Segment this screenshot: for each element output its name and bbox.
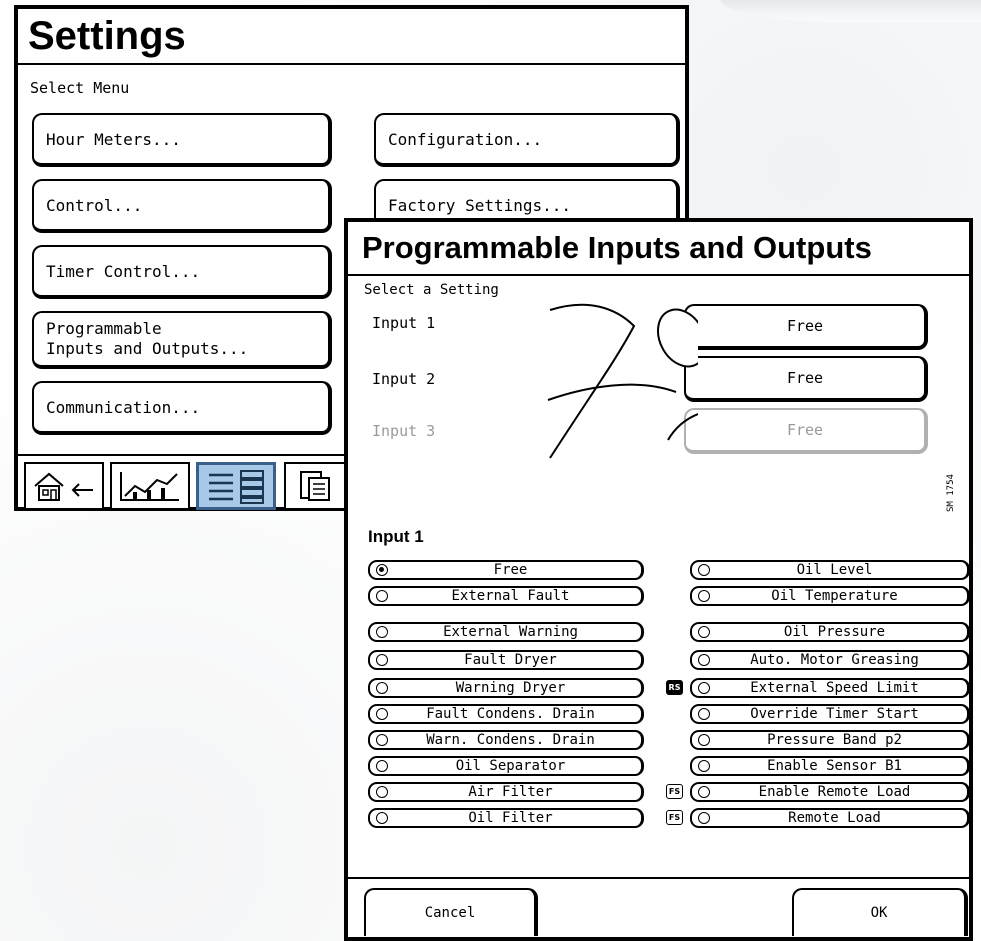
settings-subtitle: Select Menu (30, 79, 130, 97)
radio-icon (698, 760, 710, 772)
radio-icon (698, 564, 710, 576)
option-label: Warning Dryer (455, 680, 566, 696)
programmable-io-button[interactable]: Programmable Inputs and Outputs... (32, 311, 332, 369)
option-label: Warn. Condens. Drain (426, 732, 595, 748)
option-auto-motor-greasing[interactable]: Auto. Motor Greasing (690, 650, 970, 670)
option-label: Override Timer Start (750, 706, 919, 722)
input-1-label: Input 1 (372, 314, 436, 332)
option-label: Oil Temperature (771, 588, 898, 604)
option-free[interactable]: Free (368, 560, 644, 580)
communication-button[interactable]: Communication... (32, 381, 332, 435)
option-fault-dryer[interactable]: Fault Dryer (368, 650, 644, 670)
document-icon[interactable] (284, 462, 344, 510)
footer-divider (348, 877, 969, 879)
pio-title: Programmable Inputs and Outputs (348, 222, 969, 276)
option-label: Remote Load (788, 810, 881, 826)
option-warning-dryer[interactable]: Warning Dryer (368, 678, 644, 698)
pio-subtitle: Select a Setting (364, 282, 499, 298)
input-3-value-button: Free (684, 408, 928, 454)
option-label: Enable Sensor B1 (767, 758, 902, 774)
radio-icon (698, 682, 710, 694)
option-air-filter[interactable]: Air Filter (368, 782, 644, 802)
radio-icon (376, 760, 388, 772)
option-pressure-band-p2[interactable]: Pressure Band p2 (690, 730, 970, 750)
fs-tag: FS (666, 810, 683, 825)
option-label: Oil Pressure (783, 624, 886, 640)
option-label: Enable Remote Load (758, 784, 911, 800)
radio-icon (376, 654, 388, 666)
option-enable-sensor-b1[interactable]: Enable Sensor B1 (690, 756, 970, 776)
option-override-timer-start[interactable]: Override Timer Start (690, 704, 970, 724)
radio-icon (376, 786, 388, 798)
option-label: Auto. Motor Greasing (750, 652, 919, 668)
input-1-value-button[interactable]: Free (684, 304, 928, 350)
option-external-fault[interactable]: External Fault (368, 586, 644, 606)
menu-list-icon[interactable] (196, 462, 276, 510)
programmable-io-window: Programmable Inputs and Outputs Select a… (344, 218, 973, 941)
option-label: External Fault (451, 588, 570, 604)
option-remote-load[interactable]: Remote Load (690, 808, 970, 828)
radio-icon (698, 590, 710, 602)
radio-icon (698, 654, 710, 666)
option-label: Air Filter (468, 784, 553, 800)
option-label: External Warning (443, 624, 578, 640)
timer-control-button[interactable]: Timer Control... (32, 245, 332, 299)
radio-icon (376, 682, 388, 694)
input-2-value-button[interactable]: Free (684, 356, 928, 402)
option-oil-filter[interactable]: Oil Filter (368, 808, 644, 828)
input-3-label: Input 3 (372, 422, 436, 440)
radio-icon (698, 734, 710, 746)
option-enable-remote-load[interactable]: Enable Remote Load (690, 782, 970, 802)
radio-selected-icon (376, 564, 388, 576)
ok-button[interactable]: OK (792, 888, 968, 936)
option-label: Pressure Band p2 (767, 732, 902, 748)
option-label: Oil Level (796, 562, 873, 578)
radio-icon (376, 590, 388, 602)
cancel-button[interactable]: Cancel (364, 888, 538, 936)
radio-icon (698, 708, 710, 720)
option-warn-condens-drain[interactable]: Warn. Condens. Drain (368, 730, 644, 750)
radio-icon (698, 626, 710, 638)
option-oil-pressure[interactable]: Oil Pressure (690, 622, 970, 642)
option-label: Free (493, 562, 528, 578)
option-external-speed-limit[interactable]: External Speed Limit (690, 678, 970, 698)
option-label: Fault Dryer (464, 652, 557, 668)
rs-tag: RS (666, 680, 683, 695)
section-label: Input 1 (368, 527, 424, 546)
fs-tag: FS (666, 784, 683, 799)
option-fault-condens-drain[interactable]: Fault Condens. Drain (368, 704, 644, 724)
radio-icon (376, 626, 388, 638)
sm-code: SM 1754 (946, 474, 956, 512)
option-label: Fault Condens. Drain (426, 706, 595, 722)
option-label: External Speed Limit (750, 680, 919, 696)
option-oil-level[interactable]: Oil Level (690, 560, 970, 580)
home-back-icon[interactable] (24, 462, 104, 510)
control-button[interactable]: Control... (32, 179, 332, 233)
hour-meters-button[interactable]: Hour Meters... (32, 113, 332, 167)
option-label: Oil Separator (455, 758, 566, 774)
configuration-button[interactable]: Configuration... (374, 113, 680, 167)
radio-icon (698, 812, 710, 824)
radio-icon (698, 786, 710, 798)
option-external-warning[interactable]: External Warning (368, 622, 644, 642)
settings-title: Settings (18, 9, 685, 65)
option-oil-separator[interactable]: Oil Separator (368, 756, 644, 776)
option-label: Oil Filter (468, 810, 553, 826)
input-2-label: Input 2 (372, 370, 436, 388)
radio-icon (376, 708, 388, 720)
option-oil-temperature[interactable]: Oil Temperature (690, 586, 970, 606)
radio-icon (376, 812, 388, 824)
radio-icon (376, 734, 388, 746)
chart-icon[interactable] (110, 462, 190, 510)
